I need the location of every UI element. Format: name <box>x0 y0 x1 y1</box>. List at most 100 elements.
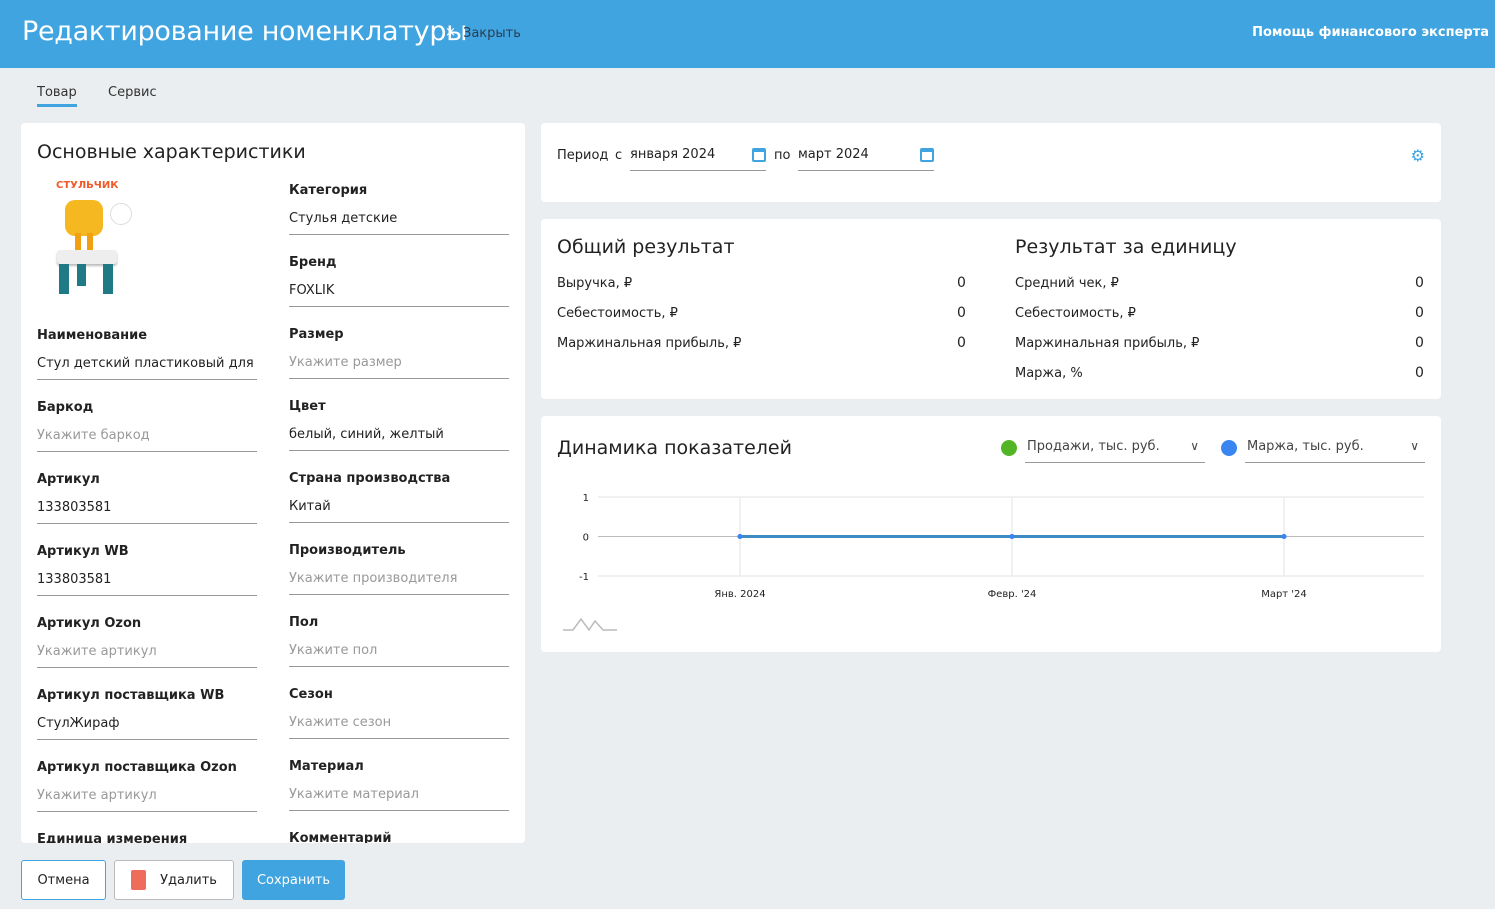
field-input[interactable]: FOXLIK <box>289 283 509 307</box>
field: Единица измерения <box>37 832 257 843</box>
metric-label: Маржинальная прибыль, ₽ <box>557 336 742 351</box>
field: Пол Укажите пол <box>289 615 509 675</box>
field-label: Материал <box>289 759 364 774</box>
field-label: Производитель <box>289 543 406 558</box>
field-label: Артикул поставщика Ozon <box>37 760 237 775</box>
field: Производитель Укажите производителя <box>289 543 509 603</box>
cancel-button[interactable]: Отмена <box>21 860 106 900</box>
metric-value: 0 <box>957 335 966 351</box>
field-input[interactable]: Укажите пол <box>289 643 509 667</box>
field: Артикул WB 133803581 <box>37 544 257 604</box>
tab-service[interactable]: Сервис <box>108 85 157 104</box>
chevron-down-icon: ∨ <box>1190 439 1199 453</box>
field-input[interactable]: Укажите производителя <box>289 571 509 595</box>
save-button[interactable]: Сохранить <box>242 860 345 900</box>
metric-value: 0 <box>1415 275 1424 291</box>
main-characteristics-card: Основные характеристики СТУЛЬЧИК Наимено… <box>21 123 525 843</box>
unit-result-title: Результат за единицу <box>1015 236 1237 258</box>
data-point <box>737 534 743 539</box>
calendar-icon[interactable] <box>752 148 766 162</box>
x-tick-label: Февр. '24 <box>988 589 1037 600</box>
chart-title: Динамика показателей <box>557 437 792 459</box>
field-input[interactable]: Укажите сезон <box>289 715 509 739</box>
field-input[interactable]: 133803581 <box>37 572 257 596</box>
data-point <box>1281 534 1287 539</box>
field: Артикул поставщика Ozon Укажите артикул <box>37 760 257 820</box>
field-label: Сезон <box>289 687 333 702</box>
margin-legend-dot <box>1221 440 1237 456</box>
field: Артикул 133803581 <box>37 472 257 532</box>
field-input[interactable]: Стул детский пластиковый для детей <box>37 356 257 380</box>
field-label: Артикул WB <box>37 544 129 559</box>
field-label: Цвет <box>289 399 326 414</box>
tab-product[interactable]: Товар <box>37 85 77 107</box>
y-tick-label: 1 <box>583 493 589 504</box>
field-label: Страна производства <box>289 471 451 486</box>
period-from-input[interactable]: января 2024 <box>630 143 766 171</box>
metric-value: 0 <box>957 305 966 321</box>
period-to-input[interactable]: март 2024 <box>798 143 934 171</box>
y-tick-label: 0 <box>583 533 589 544</box>
field-label: Бренд <box>289 255 337 270</box>
period-label: Период <box>557 148 609 163</box>
data-point <box>1009 534 1015 539</box>
field-label: Наименование <box>37 328 148 343</box>
margin-metric-select[interactable]: Маржа, тыс. руб. ∨ <box>1245 433 1425 463</box>
field: Страна производства Китай <box>289 471 509 531</box>
field-input[interactable]: 133803581 <box>37 500 257 524</box>
field-input[interactable]: Укажите артикул <box>37 788 257 812</box>
period-to-label: по <box>774 148 791 163</box>
x-tick-label: Март '24 <box>1261 589 1307 600</box>
trash-icon <box>131 870 147 890</box>
field-input[interactable]: Стулья детские <box>289 211 509 235</box>
field-label: Пол <box>289 615 319 630</box>
field-label: Артикул поставщика WB <box>37 688 225 703</box>
field: Материал Укажите материал <box>289 759 509 819</box>
metric-label: Себестоимость, ₽ <box>1015 306 1136 321</box>
total-result-title: Общий результат <box>557 236 735 258</box>
settings-icon[interactable]: ⚙ <box>1411 146 1425 165</box>
field-input[interactable]: Китай <box>289 499 509 523</box>
field-label: Баркод <box>37 400 94 415</box>
metric-label: Маржинальная прибыль, ₽ <box>1015 336 1200 351</box>
period-card: Период с января 2024 по март 2024 ⚙ <box>541 123 1441 202</box>
section-title: Основные характеристики <box>37 141 306 163</box>
field: Категория Стулья детские <box>289 183 509 243</box>
field-input[interactable]: СтулЖираф <box>37 716 257 740</box>
metric-value: 0 <box>1415 365 1424 381</box>
field-input[interactable]: Укажите размер <box>289 355 509 379</box>
period-from-label: с <box>615 148 623 163</box>
product-image: СТУЛЬЧИК <box>37 178 132 303</box>
field-input[interactable]: Укажите баркод <box>37 428 257 452</box>
page-title: Редактирование номенклатуры <box>22 16 468 47</box>
y-tick-label: -1 <box>579 572 589 583</box>
sales-metric-select[interactable]: Продажи, тыс. руб. ∨ <box>1025 433 1205 463</box>
x-tick-label: Янв. 2024 <box>714 589 765 600</box>
field-label: Единица измерения <box>37 832 188 843</box>
field-input[interactable]: белый, синий, желтый <box>289 427 509 451</box>
help-link[interactable]: Помощь финансового эксперта <box>1252 25 1489 40</box>
field: Комментарий <box>289 831 509 843</box>
field-label: Размер <box>289 327 344 342</box>
field: Артикул поставщика WB СтулЖираф <box>37 688 257 748</box>
field-input[interactable]: Укажите артикул <box>37 644 257 668</box>
field: Артикул Ozon Укажите артикул <box>37 616 257 676</box>
metric-value: 0 <box>957 275 966 291</box>
metric-value: 0 <box>1415 335 1424 351</box>
field-label: Артикул <box>37 472 100 487</box>
field-input[interactable]: Укажите материал <box>289 787 509 811</box>
calendar-icon[interactable] <box>920 148 934 162</box>
close-icon[interactable]: × <box>445 25 456 40</box>
sales-legend-dot <box>1001 440 1017 456</box>
field: Бренд FOXLIK <box>289 255 509 315</box>
metric-label: Выручка, ₽ <box>557 276 633 291</box>
field-label: Категория <box>289 183 368 198</box>
chart-reset-icon <box>563 617 617 632</box>
metric-value: 0 <box>1415 305 1424 321</box>
delete-button[interactable]: Удалить <box>114 860 234 900</box>
field-label: Комментарий <box>289 831 392 843</box>
close-button[interactable]: Закрыть <box>463 26 521 41</box>
field: Размер Укажите размер <box>289 327 509 387</box>
field: Баркод Укажите баркод <box>37 400 257 460</box>
results-card: Общий результат Результат за единицу Выр… <box>541 219 1441 399</box>
